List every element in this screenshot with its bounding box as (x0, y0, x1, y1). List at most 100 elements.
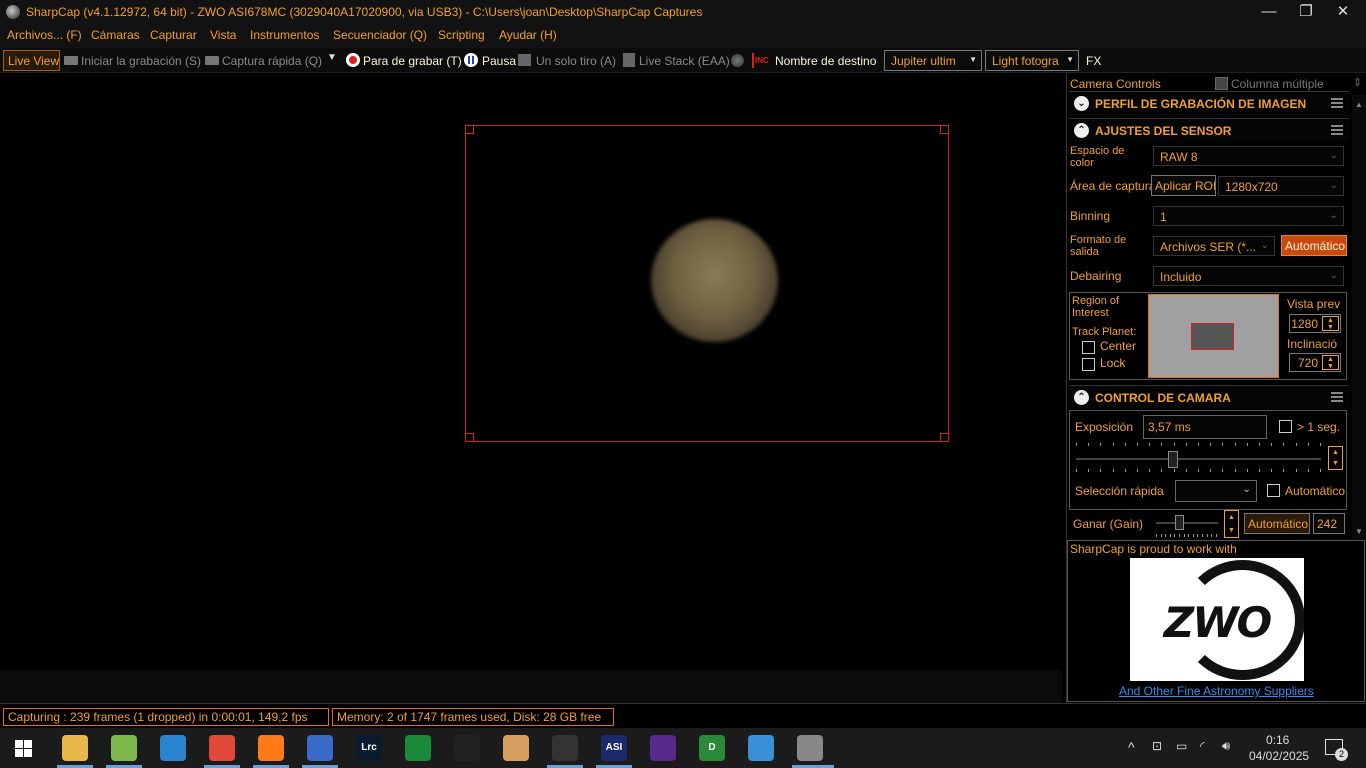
roi-handle-bottom-right[interactable] (940, 433, 949, 442)
photos-icon[interactable] (748, 735, 774, 761)
stepper-arrows-icon[interactable]: ▲ ▼ (1322, 316, 1339, 331)
chevron-down-icon: ⌄ (1242, 484, 1251, 495)
roi-handle-top-right[interactable] (940, 125, 949, 134)
binning-dropdown[interactable]: 1 ⌄ (1153, 206, 1344, 226)
paint-app-icon[interactable] (503, 735, 529, 761)
output-format-dropdown[interactable]: Archivos SER (*... ⌄ (1153, 236, 1275, 256)
sensor-section-header[interactable]: ⌃ AJUSTES DEL SENSOR (1069, 118, 1349, 142)
lightroom-icon[interactable]: Lrc (356, 735, 382, 761)
sensor-section-title: AJUSTES DEL SENSOR (1095, 124, 1232, 138)
resolution-dropdown[interactable]: 1280x720 ⌄ (1218, 176, 1344, 196)
gain-slider-thumb[interactable] (1175, 515, 1184, 530)
chevron-up-icon[interactable]: ^ (1128, 739, 1135, 755)
title-bar: SharpCap (v4.1.12972, 64 bit) - ZWO ASI6… (0, 0, 1366, 24)
clock-time[interactable]: 0:16 (1266, 733, 1289, 747)
frame-type-dropdown[interactable]: Light fotogra ▼ (985, 50, 1079, 71)
slider-tick (1320, 443, 1321, 446)
menu-archivos[interactable]: Archivos... (F) (7, 28, 82, 42)
quick-select-dropdown[interactable]: ⌄ (1175, 480, 1257, 502)
menu-capturar[interactable]: Capturar (150, 28, 197, 42)
apply-roi-button[interactable]: Aplicar ROI (1151, 175, 1216, 196)
slider-tick (1215, 534, 1217, 537)
nebula-app-icon[interactable] (650, 735, 676, 761)
menu-scripting[interactable]: Scripting (438, 28, 485, 42)
exposure-slider-thumb[interactable] (1168, 451, 1178, 468)
wifi-icon[interactable]: ◜ (1200, 739, 1205, 753)
battery-icon[interactable]: ▭ (1176, 739, 1187, 753)
slider-tick (1160, 534, 1162, 537)
menu-vista[interactable]: Vista (210, 28, 236, 42)
asi-studio-icon[interactable]: ASI (601, 735, 627, 761)
media-app-icon[interactable] (405, 735, 431, 761)
chevron-down-circle-icon[interactable]: ⌄ (1074, 96, 1089, 111)
debayer-dropdown[interactable]: Incluido ⌄ (1153, 266, 1344, 286)
live-stack-button[interactable]: Live Stack (EAA) (639, 54, 730, 68)
quick-select-auto-checkbox[interactable] (1267, 484, 1280, 497)
roi-preview[interactable] (1148, 294, 1279, 378)
stop-recording-button[interactable]: Para de grabar (T) (363, 54, 462, 68)
preview-width-stepper[interactable]: 1280 ▲ ▼ (1289, 314, 1341, 333)
roi-handle-bottom-left[interactable] (465, 433, 474, 442)
tilt-stepper[interactable]: 720 ▲ ▼ (1289, 353, 1341, 372)
gain-stepper-icon[interactable]: ▲ ▼ (1224, 510, 1239, 538)
notepad-icon[interactable] (111, 735, 137, 761)
network-app-icon[interactable] (307, 735, 333, 761)
dark-app-icon[interactable]: D (699, 735, 725, 761)
slider-tick (1295, 469, 1297, 472)
fx-button[interactable]: FX (1086, 54, 1101, 68)
single-shot-button[interactable]: Un solo tiro (A) (536, 54, 616, 68)
film-app-icon[interactable] (552, 735, 578, 761)
menu-camaras[interactable]: Cámaras (91, 28, 140, 42)
gain-slider-track[interactable] (1156, 522, 1218, 524)
vscode-icon[interactable] (160, 735, 186, 761)
menu-ayudar[interactable]: Ayudar (H) (499, 28, 557, 42)
hamburger-icon[interactable] (1331, 392, 1343, 402)
menu-instrumentos[interactable]: Instrumentos (250, 28, 319, 42)
hamburger-icon[interactable] (1331, 98, 1343, 108)
gain-value-field[interactable]: 242 (1313, 513, 1345, 534)
profile-section-header[interactable]: ⌄ PERFIL DE GRABACIÓN DE IMAGEN (1069, 91, 1349, 115)
exposure-slider-track[interactable] (1076, 458, 1321, 460)
color-space-dropdown[interactable]: RAW 8 ⌄ (1153, 146, 1344, 166)
slider-tick (1206, 534, 1208, 537)
explorer-icon[interactable] (62, 735, 88, 761)
volume-icon[interactable]: 🔊︎ (1222, 738, 1230, 754)
live-view-button[interactable]: Live View (3, 50, 60, 71)
hamburger-icon[interactable] (1331, 125, 1343, 135)
zwo-logo[interactable]: ZWO (1130, 558, 1304, 681)
sharpcap-icon[interactable] (797, 735, 823, 761)
roi-handle-top-left[interactable] (465, 125, 474, 134)
panel-scrollbar[interactable]: ▲ ▼ (1352, 95, 1366, 540)
firefox-icon[interactable] (258, 735, 284, 761)
roi-selection-frame[interactable] (465, 125, 949, 442)
sextant-app-icon[interactable] (454, 735, 480, 761)
center-checkbox[interactable] (1082, 341, 1095, 354)
exposure-stepper-icon[interactable]: ▲ ▼ (1328, 446, 1343, 470)
roi-preview-rect[interactable] (1191, 323, 1234, 350)
close-button[interactable]: ✕ (1320, 0, 1366, 24)
quick-capture-dropdown-icon[interactable]: ▼ (327, 52, 337, 63)
slider-tick (1307, 443, 1309, 446)
menu-secuenciador[interactable]: Secuenciador (Q) (333, 28, 427, 42)
quick-capture-button[interactable]: Captura rápida (Q) (222, 54, 322, 68)
start-recording-button[interactable]: Iniciar la grabación (S) (81, 54, 201, 68)
chevron-up-circle-icon[interactable]: ⌃ (1074, 390, 1089, 405)
stepper-arrows-icon[interactable]: ▲ ▼ (1322, 355, 1339, 370)
pause-button[interactable]: Pausa (482, 54, 516, 68)
output-format-auto-button[interactable]: Automático (1281, 235, 1347, 256)
over-one-sec-checkbox[interactable] (1279, 420, 1292, 433)
meet-now-icon[interactable]: ⊡ (1152, 739, 1162, 753)
slider-tick (1246, 443, 1248, 446)
multi-column-checkbox[interactable] (1215, 77, 1228, 90)
exposure-input[interactable]: 3,57 ms (1143, 415, 1267, 439)
pin-icon[interactable]: ⇕ (1353, 77, 1362, 89)
suppliers-link[interactable]: And Other Fine Astronomy Suppliers (1119, 685, 1314, 697)
clock-date[interactable]: 04/02/2025 (1249, 749, 1309, 763)
lock-checkbox[interactable] (1082, 358, 1095, 371)
camera-section-header[interactable]: ⌃ CONTROL DE CAMARA (1069, 385, 1349, 409)
chrome-icon[interactable] (209, 735, 235, 761)
windows-start-icon[interactable] (15, 740, 32, 757)
gain-auto-button[interactable]: Automático (1244, 513, 1310, 534)
chevron-up-circle-icon[interactable]: ⌃ (1074, 123, 1089, 138)
target-name-dropdown[interactable]: Jupiter ultim ▼ (884, 50, 982, 71)
